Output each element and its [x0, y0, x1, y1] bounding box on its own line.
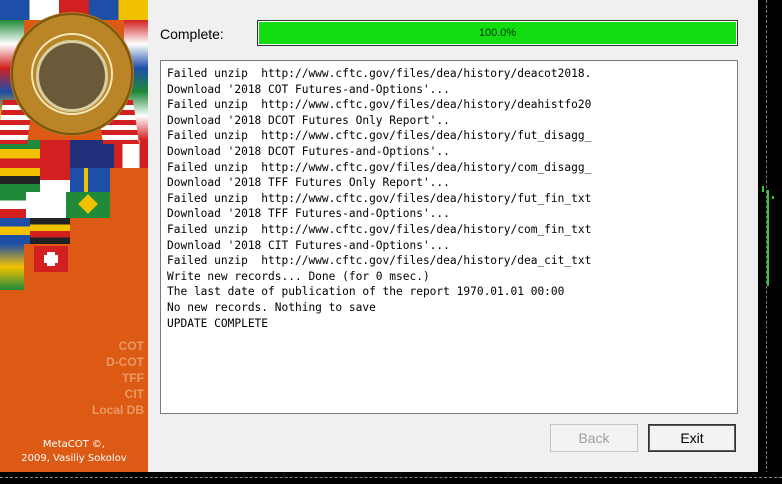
flag-image [26, 192, 66, 218]
flag-image [0, 218, 30, 244]
copyright-text: MetaCOT ©, 2009, Vasiliy Sokolov [0, 438, 148, 466]
log-line: Failed unzip http://www.cftc.gov/files/d… [167, 191, 592, 205]
flag-image [110, 168, 148, 192]
flag-image [30, 218, 70, 244]
flag-image [40, 168, 70, 192]
back-button[interactable]: Back [550, 424, 638, 452]
log-line: Failed unzip http://www.cftc.gov/files/d… [167, 254, 592, 268]
log-line: The last date of publication of the repo… [167, 285, 565, 299]
copyright-line-2: 2009, Vasiliy Sokolov [21, 453, 127, 464]
complete-label: Complete: [160, 26, 224, 42]
flag-image [44, 255, 58, 263]
flag-image [70, 140, 114, 168]
cftc-seal-logo [10, 12, 134, 136]
flag-image [0, 244, 24, 290]
log-line: Failed unzip http://www.cftc.gov/files/d… [167, 67, 592, 80]
flag-image [0, 140, 40, 168]
flag-image [0, 168, 40, 192]
chart-candle [772, 196, 774, 199]
background-chart-strip [758, 0, 782, 484]
log-line: Download '2018 COT Futures-and-Options'.… [167, 82, 450, 96]
flag-image [114, 140, 148, 168]
flags-collage [0, 0, 148, 290]
log-line: Download '2018 TFF Futures-and-Options'.… [167, 207, 450, 221]
exit-button[interactable]: Exit [648, 424, 736, 452]
log-line: Download '2018 DCOT Futures-and-Options'… [167, 144, 450, 158]
flag-image [70, 168, 110, 192]
log-line: Failed unzip http://www.cftc.gov/files/d… [167, 160, 592, 174]
log-output[interactable]: Failed unzip http://www.cftc.gov/files/d… [160, 60, 738, 414]
log-line: Failed unzip http://www.cftc.gov/files/d… [167, 129, 592, 143]
log-line: UPDATE COMPLETE [167, 316, 269, 330]
banner-link-cot[interactable]: COT [92, 338, 144, 354]
progress-text: 100.0% [478, 27, 517, 39]
log-line: Write new records... Done (for 0 msec.) [167, 269, 430, 283]
background-chart-bottom [0, 472, 782, 484]
log-lines: Failed unzip http://www.cftc.gov/files/d… [161, 61, 737, 331]
update-dialog: COT D-COT TFF CIT Local DB MetaCOT ©, 20… [0, 0, 758, 472]
log-line: Failed unzip http://www.cftc.gov/files/d… [167, 222, 592, 236]
log-line: Download '2018 TFF Futures Only Report'.… [167, 176, 450, 190]
copyright-line-1: MetaCOT ©, [42, 439, 106, 450]
banner-link-local-db[interactable]: Local DB [92, 402, 144, 418]
banner-link-dcot[interactable]: D-COT [92, 354, 144, 370]
log-line: No new records. Nothing to save [167, 300, 376, 314]
chart-candle [762, 186, 764, 192]
flag-image [0, 192, 26, 218]
banner-link-tff[interactable]: TFF [92, 370, 144, 386]
log-line: Failed unzip http://www.cftc.gov/files/d… [167, 98, 592, 112]
log-line: Download '2018 DCOT Futures Only Report'… [167, 113, 450, 127]
seal-center [36, 40, 108, 112]
progress-bar: 100.0% [257, 20, 738, 46]
flag-image [40, 140, 70, 168]
chart-candle [767, 190, 769, 286]
banner-links: COT D-COT TFF CIT Local DB [92, 338, 144, 418]
banner-panel: COT D-COT TFF CIT Local DB MetaCOT ©, 20… [0, 0, 148, 472]
chart-grid-line [0, 477, 782, 478]
log-line: Download '2018 CIT Futures-and-Options'.… [167, 238, 450, 252]
banner-link-cit[interactable]: CIT [92, 386, 144, 402]
